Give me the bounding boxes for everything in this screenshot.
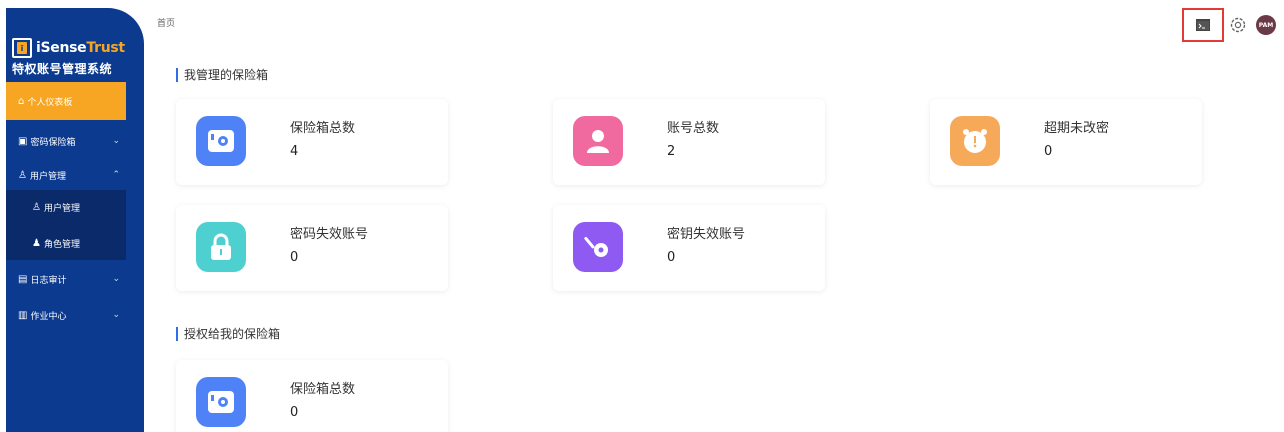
stat-label: 账号总数 — [667, 121, 720, 136]
logo-icon: ī — [12, 38, 32, 58]
stat-value: 0 — [290, 405, 299, 420]
safe-icon: ▣ — [18, 135, 28, 147]
sidebar-item-label: 个人仪表板 — [27, 97, 73, 108]
breadcrumb[interactable]: 首页 — [157, 16, 175, 29]
stat-value: 4 — [290, 144, 299, 159]
stat-value: 0 — [667, 250, 676, 265]
logo: ī iSenseTrust — [12, 36, 125, 60]
sidebar-subitem-users[interactable]: ♙ 用户管理 — [6, 190, 126, 224]
user-icon: ♙ — [18, 169, 27, 181]
system-title: 特权账号管理系统 — [12, 62, 113, 76]
stat-value: 0 — [1044, 144, 1053, 159]
job-icon: ▥ — [18, 309, 28, 321]
key-icon — [573, 222, 623, 272]
sidebar-item-jobs[interactable]: ▥ 作业中心 ⌄ — [6, 298, 126, 332]
stat-value: 0 — [290, 250, 299, 265]
stat-card-vault-total[interactable]: 保险箱总数 4 — [176, 99, 448, 185]
chevron-down-icon: ⌄ — [112, 136, 120, 146]
chevron-down-icon: ⌄ — [112, 274, 120, 284]
stat-card-key-invalid[interactable]: 密钥失效账号 0 — [553, 205, 825, 291]
sidebar-item-vault[interactable]: ▣ 密码保险箱 ⌄ — [6, 124, 126, 158]
stat-value: 2 — [667, 144, 676, 159]
safe-icon — [196, 116, 246, 166]
user-icon: ♙ — [32, 201, 41, 213]
terminal-button[interactable] — [1182, 8, 1224, 42]
audit-icon: ▤ — [18, 273, 28, 285]
stat-label: 保险箱总数 — [290, 121, 356, 136]
avatar[interactable]: PAM — [1256, 15, 1276, 35]
sidebar: ī iSenseTrust 特权账号管理系统 ⌂ 个人仪表板 ▣ 密码保险箱 ⌄… — [6, 8, 144, 432]
sidebar-item-label: 密码保险箱 — [30, 137, 76, 148]
user-management-submenu: ♙ 用户管理 ♟ 角色管理 — [6, 190, 126, 260]
sidebar-item-dashboard[interactable]: ⌂ 个人仪表板 — [6, 82, 126, 120]
stat-card-granted-vault-total[interactable]: 保险箱总数 0 — [176, 360, 448, 432]
stat-card-account-total[interactable]: 账号总数 2 — [553, 99, 825, 185]
sidebar-item-label: 用户管理 — [29, 171, 66, 182]
logo-suffix: Trust — [86, 40, 125, 56]
stat-label: 超期未改密 — [1044, 121, 1110, 136]
logo-prefix: iSense — [36, 40, 87, 56]
stat-card-overdue-password[interactable]: 超期未改密 0 — [930, 99, 1202, 185]
chevron-down-icon: ⌄ — [112, 310, 120, 320]
stat-label: 保险箱总数 — [290, 382, 356, 397]
terminal-icon — [1196, 19, 1210, 31]
stat-label: 密钥失效账号 — [667, 227, 746, 242]
gear-icon — [1230, 17, 1246, 33]
safe-icon — [196, 377, 246, 427]
sidebar-subitem-label: 角色管理 — [43, 239, 80, 250]
sidebar-item-label: 日志审计 — [30, 275, 67, 286]
role-icon: ♟ — [32, 237, 41, 249]
settings-button[interactable] — [1226, 13, 1250, 37]
sidebar-item-audit[interactable]: ▤ 日志审计 ⌄ — [6, 262, 126, 296]
sidebar-item-label: 作业中心 — [30, 311, 67, 322]
stat-label: 密码失效账号 — [290, 227, 369, 242]
section-title-granted-vaults: 授权给我的保险箱 — [176, 327, 280, 341]
section-title-managed-vaults: 我管理的保险箱 — [176, 68, 268, 82]
sidebar-item-user-management[interactable]: ♙ 用户管理 ⌃ — [6, 158, 126, 192]
dashboard-icon: ⌂ — [18, 95, 25, 107]
lock-icon — [196, 222, 246, 272]
account-icon — [573, 116, 623, 166]
alarm-clock-icon — [950, 116, 1000, 166]
chevron-up-icon: ⌃ — [112, 170, 120, 180]
topbar-actions: PAM — [1182, 8, 1276, 42]
sidebar-subitem-label: 用户管理 — [43, 203, 80, 214]
stat-card-password-invalid[interactable]: 密码失效账号 0 — [176, 205, 448, 291]
sidebar-subitem-roles[interactable]: ♟ 角色管理 — [6, 226, 126, 260]
